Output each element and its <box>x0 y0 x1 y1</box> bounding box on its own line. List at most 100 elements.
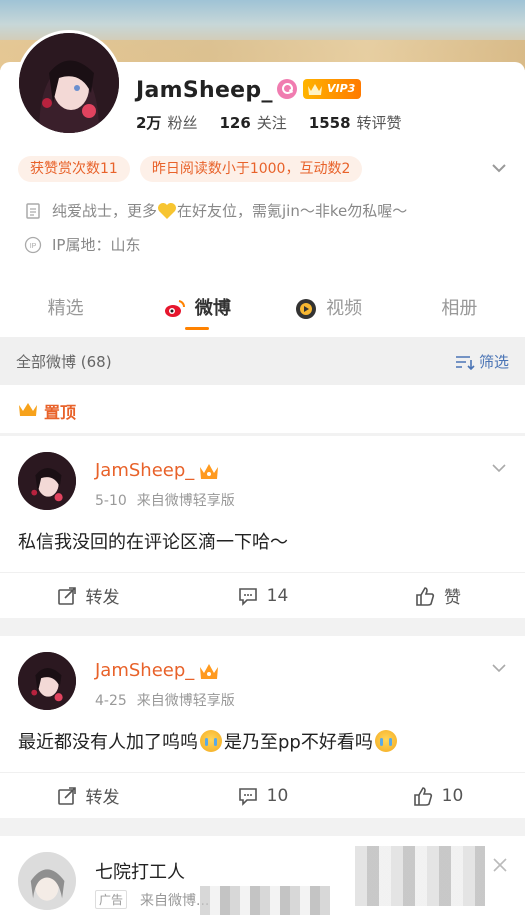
post-avatar[interactable] <box>18 452 76 510</box>
author-name: JamSheep_ <box>95 660 195 681</box>
comment-icon <box>238 587 257 606</box>
like-count: 10 <box>441 785 464 806</box>
filter-icon <box>455 355 475 370</box>
post-date: 4-25 <box>95 693 127 709</box>
chevron-down-icon[interactable] <box>489 658 509 678</box>
bio-text-start: 纯爱战士，更多 <box>52 202 158 220</box>
comment-icon <box>238 787 257 806</box>
crown-icon <box>19 403 37 416</box>
filter-bar: 全部微博 (68) 筛选 <box>0 337 525 385</box>
stat-label: 转评赞 <box>356 114 402 132</box>
comment-count: 10 <box>266 785 289 806</box>
stat-interactions[interactable]: 1558 转评赞 <box>309 112 402 133</box>
tab-album[interactable]: 相册 <box>394 284 525 334</box>
like-button[interactable]: 10 <box>350 773 525 818</box>
profile-username: JamSheep_ <box>136 78 273 103</box>
profile-bio: 纯爱战士，更多 在好友位，需氪jin～非ke勿私喔～ <box>24 200 407 221</box>
post-actions: 转发 10 10 <box>0 772 525 818</box>
ip-location: IP属地：山东 <box>52 236 141 254</box>
repost-button[interactable]: 转发 <box>0 573 175 618</box>
post-text-part: 是乃至pp不好看吗 <box>224 732 373 753</box>
crying-emoji-icon <box>374 730 397 752</box>
post-source: 来自微博... <box>140 893 210 909</box>
repost-button[interactable]: 转发 <box>0 773 175 818</box>
tab-label: 精选 <box>47 298 84 319</box>
filter-label: 筛选 <box>478 353 509 371</box>
svg-text:IP: IP <box>30 243 37 250</box>
yellow-heart-icon <box>158 202 177 219</box>
post-count: 全部微博 (68) <box>16 353 112 371</box>
tag-reads[interactable]: 昨日阅读数小于1000，互动数2 <box>139 156 363 182</box>
repost-label: 转发 <box>85 588 120 608</box>
profile-card: JamSheep_ VIP3 2万 粉丝 126 关注 1558 转评赞 获赞赏次数1… <box>0 30 525 337</box>
post-author[interactable]: JamSheep_ <box>95 660 220 681</box>
post-avatar[interactable] <box>18 852 76 910</box>
post-date: 5-10 <box>95 493 127 509</box>
post-card[interactable]: JamSheep_ 4-25 来自微博轻享版 最近都没有人加了呜呜 是乃至pp不好… <box>0 636 525 818</box>
thumbs-up-icon <box>416 586 435 606</box>
tab-video[interactable]: 视频 <box>263 284 394 334</box>
post-source: 来自微博轻享版 <box>136 693 235 709</box>
repost-label: 转发 <box>85 788 120 808</box>
filter-button[interactable]: 筛选 <box>455 351 509 372</box>
tab-featured[interactable]: 精选 <box>0 284 131 334</box>
profile-tabs: 精选 微博 视频 相册 <box>0 284 525 334</box>
stat-label: 粉丝 <box>167 114 198 132</box>
like-count: 赞 <box>444 588 461 608</box>
author-name: JamSheep_ <box>95 460 195 481</box>
bio-text-end: 在好友位，需氪jin～非ke勿私喔～ <box>177 202 408 220</box>
stat-following[interactable]: 126 关注 <box>219 112 286 133</box>
ad-tag: 广告 <box>95 890 128 909</box>
post-actions: 转发 14 赞 <box>0 572 525 618</box>
vip-label: VIP3 <box>327 82 356 95</box>
tag-tips[interactable]: 获赞赏次数11 <box>18 156 130 182</box>
stat-value: 2万 <box>136 114 162 132</box>
repost-icon <box>57 786 76 805</box>
blurred-content <box>355 846 485 906</box>
pinned-section: 置顶 <box>0 385 525 433</box>
video-icon <box>296 299 317 319</box>
stat-followers[interactable]: 2万 粉丝 <box>136 112 197 133</box>
comment-count: 14 <box>266 585 289 606</box>
profile-tags: 获赞赏次数11 昨日阅读数小于1000，互动数2 <box>18 156 363 182</box>
post-author[interactable]: 七院打工人 <box>95 858 185 884</box>
post-source: 来自微博轻享版 <box>136 493 235 509</box>
vip-crown-icon <box>200 463 219 479</box>
profile-avatar[interactable] <box>16 30 122 136</box>
vip-badge[interactable]: VIP3 <box>303 79 362 99</box>
repost-icon <box>57 586 76 605</box>
comment-button[interactable]: 14 <box>175 573 350 618</box>
post-meta: 5-10 来自微博轻享版 <box>95 490 245 510</box>
search-verify-icon[interactable] <box>277 79 297 99</box>
document-icon <box>26 202 40 219</box>
like-button[interactable]: 赞 <box>350 573 525 618</box>
ip-icon: IP <box>24 236 42 253</box>
stat-label: 关注 <box>256 114 287 132</box>
close-icon[interactable] <box>491 856 509 874</box>
comment-button[interactable]: 10 <box>175 773 350 818</box>
post-avatar[interactable] <box>18 652 76 710</box>
chevron-down-icon[interactable] <box>489 158 509 178</box>
pinned-label: 置顶 <box>44 403 77 422</box>
stat-value: 1558 <box>308 114 351 132</box>
profile-stats: 2万 粉丝 126 关注 1558 转评赞 <box>136 112 424 133</box>
crying-emoji-icon <box>200 730 222 752</box>
post-meta: 4-25 来自微博轻享版 <box>95 690 245 710</box>
post-text-part: 最近都没有人加了呜呜 <box>18 732 198 753</box>
tab-label: 微博 <box>194 298 231 319</box>
weibo-icon <box>164 300 185 317</box>
post-text: 最近都没有人加了呜呜 是乃至pp不好看吗 <box>18 728 399 754</box>
tab-weibo[interactable]: 微博 <box>131 284 262 334</box>
tab-label: 视频 <box>326 298 363 319</box>
thumbs-up-icon <box>413 786 432 806</box>
post-text: 私信我没回的在评论区滴一下哈～ <box>18 532 288 553</box>
profile-ip: IP IP属地：山东 <box>24 234 140 255</box>
chevron-down-icon[interactable] <box>489 458 509 478</box>
vip-crown-icon <box>200 663 219 679</box>
post-author[interactable]: JamSheep_ <box>95 460 220 481</box>
blurred-content <box>200 886 330 915</box>
post-card[interactable]: JamSheep_ 5-10 来自微博轻享版 私信我没回的在评论区滴一下哈～ 转发… <box>0 436 525 618</box>
ad-post-card[interactable]: 七院打工人 广告 来自微博... <box>0 836 525 915</box>
crown-icon <box>308 84 322 95</box>
tab-label: 相册 <box>441 298 478 319</box>
